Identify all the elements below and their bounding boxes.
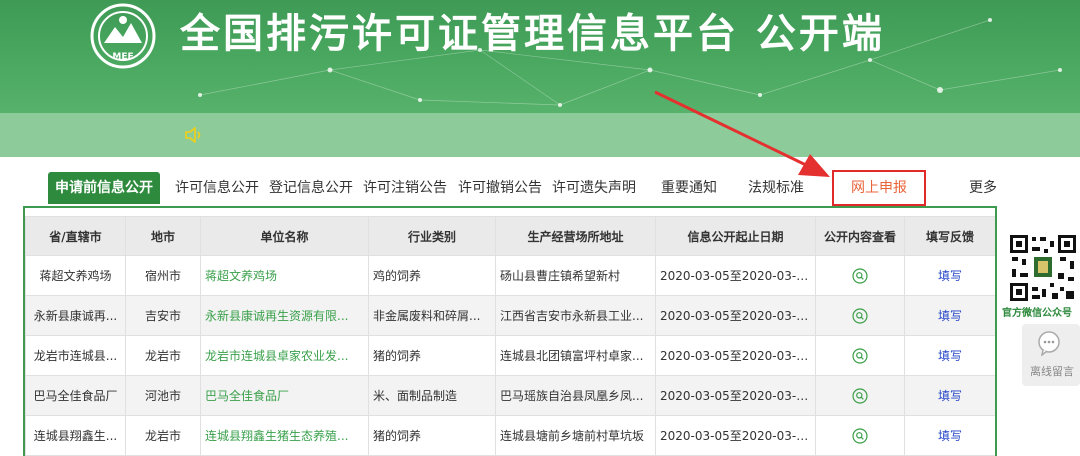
view-icon[interactable] — [852, 427, 868, 444]
table-row: 巴马全佳食品厂 河池市 巴马全佳食品厂 米、面制品制造 巴马瑶族自治县凤凰乡凤... 20… — [25, 375, 995, 416]
cell-unit-name[interactable]: 巴马全佳食品厂 — [200, 375, 369, 416]
cell-address: 巴马瑶族自治县凤凰乡凤... — [495, 375, 656, 416]
cell-city: 龙岩市 — [125, 335, 201, 376]
tab-permit-revocation-notice[interactable]: 许可撤销公告 — [454, 172, 546, 204]
view-icon[interactable] — [852, 387, 868, 404]
mee-logo: MEE — [90, 3, 156, 69]
cell-province: 巴马全佳食品厂 — [25, 375, 126, 416]
cell-feedback: 填写 — [904, 255, 995, 296]
qr-caption: 官方微信公众号 — [1002, 308, 1072, 319]
col-province: 省/直辖市 — [25, 216, 126, 256]
disclosure-table-container: 省/直辖市 地市 单位名称 行业类别 生产经营场所地址 信息公开起止日期 公开内… — [23, 206, 997, 456]
cell-province: 连城县翔鑫生... — [25, 415, 126, 456]
cell-address: 江西省吉安市永新县工业... — [495, 295, 656, 336]
view-icon[interactable] — [852, 267, 868, 284]
table-header-row: 省/直辖市 地市 单位名称 行业类别 生产经营场所地址 信息公开起止日期 公开内… — [25, 216, 995, 256]
cell-view-content[interactable] — [815, 255, 905, 296]
cell-industry: 米、面制品制造 — [368, 375, 496, 416]
cell-province: 永新县康诚再... — [25, 295, 126, 336]
table-row: 永新县康诚再... 吉安市 永新县康诚再生资源有限... 非金属废料和碎屑... 江西省… — [25, 295, 995, 336]
tab-registration-disclosure[interactable]: 登记信息公开 — [266, 172, 356, 204]
site-title: 全国排污许可证管理信息平台 公开端 — [180, 11, 885, 57]
cell-address: 连城县北团镇富坪村卓家... — [495, 335, 656, 376]
view-icon[interactable] — [852, 307, 868, 324]
speaker-icon[interactable] — [183, 124, 205, 146]
cell-unit-name[interactable]: 永新县康诚再生资源有限... — [200, 295, 369, 336]
cell-address: 砀山县曹庄镇希望新村 — [495, 255, 656, 296]
cell-unit-name[interactable]: 蒋超文养鸡场 — [200, 255, 369, 296]
table-row: 龙岩市连城县... 龙岩市 龙岩市连城县卓家农业发... 猪的饲养 连城县北团镇富坪村卓… — [25, 335, 995, 376]
tab-permit-disclosure[interactable]: 许可信息公开 — [172, 172, 262, 204]
tab-pre-application-disclosure[interactable]: 申请前信息公开 — [48, 172, 160, 204]
cell-city: 龙岩市 — [125, 415, 201, 456]
fill-feedback-link[interactable]: 填写 — [938, 429, 962, 443]
cell-view-content[interactable] — [815, 415, 905, 456]
cell-city: 吉安市 — [125, 295, 201, 336]
table-row: 连城县翔鑫生... 龙岩市 连城县翔鑫生猪生态养殖... 猪的饲养 连城县塘前乡塘前村草… — [25, 415, 995, 456]
fill-feedback-link[interactable]: 填写 — [938, 349, 962, 363]
cell-disclosure-period: 2020-03-05至2020-03-11 — [655, 415, 816, 456]
cell-industry: 猪的饲养 — [368, 335, 496, 376]
cell-city: 宿州市 — [125, 255, 201, 296]
col-disclosure-period: 信息公开起止日期 — [655, 216, 816, 256]
col-city: 地市 — [125, 216, 201, 256]
col-feedback: 填写反馈 — [904, 216, 995, 256]
cell-address: 连城县塘前乡塘前村草坑坂 — [495, 415, 656, 456]
col-industry: 行业类别 — [368, 216, 496, 256]
cell-feedback: 填写 — [904, 375, 995, 416]
cell-disclosure-period: 2020-03-05至2020-03-11 — [655, 335, 816, 376]
cell-view-content[interactable] — [815, 335, 905, 376]
col-unit-name: 单位名称 — [200, 216, 369, 256]
tab-permit-cancellation-notice[interactable]: 许可注销公告 — [360, 172, 450, 204]
tab-online-declaration[interactable]: 网上申报 — [832, 170, 926, 206]
cell-disclosure-period: 2020-03-05至2020-03-11 — [655, 255, 816, 296]
cell-industry: 猪的饲养 — [368, 415, 496, 456]
cell-feedback: 填写 — [904, 295, 995, 336]
cell-province: 龙岩市连城县... — [25, 335, 126, 376]
header-banner: MEE 全国排污许可证管理信息平台 公开端 — [0, 0, 1080, 113]
svg-text:MEE: MEE — [112, 52, 133, 62]
tab-bar: 申请前信息公开 许可信息公开 登记信息公开 许可注销公告 许可撤销公告 许可遗失… — [0, 168, 1080, 208]
disclosure-table: 省/直辖市 地市 单位名称 行业类别 生产经营场所地址 信息公开起止日期 公开内… — [25, 216, 995, 456]
cell-feedback: 填写 — [904, 415, 995, 456]
notice-bar — [0, 113, 1080, 157]
cell-disclosure-period: 2020-03-05至2020-03-11 — [655, 375, 816, 416]
cell-industry: 鸡的饲养 — [368, 255, 496, 296]
tab-more[interactable]: 更多 — [966, 172, 1000, 204]
fill-feedback-link[interactable]: 填写 — [938, 389, 962, 403]
table-row: 蒋超文养鸡场 宿州市 蒋超文养鸡场 鸡的饲养 砀山县曹庄镇希望新村 2020-03-05至… — [25, 255, 995, 296]
fill-feedback-link[interactable]: 填写 — [938, 269, 962, 283]
offline-message-label[interactable]: 离线留言 — [1030, 363, 1074, 379]
fill-feedback-link[interactable]: 填写 — [938, 309, 962, 323]
cell-unit-name[interactable]: 龙岩市连城县卓家农业发... — [200, 335, 369, 376]
cell-unit-name[interactable]: 连城县翔鑫生猪生态养殖... — [200, 415, 369, 456]
cell-disclosure-period: 2020-03-05至2020-03-11 — [655, 295, 816, 336]
cell-feedback: 填写 — [904, 335, 995, 376]
view-icon[interactable] — [852, 347, 868, 364]
col-address: 生产经营场所地址 — [495, 216, 656, 256]
cell-view-content[interactable] — [815, 295, 905, 336]
cell-view-content[interactable] — [815, 375, 905, 416]
annotation-arrow — [654, 90, 830, 177]
chat-bubble-icon[interactable] — [1036, 330, 1062, 356]
cell-city: 河池市 — [125, 375, 201, 416]
cell-industry: 非金属废料和碎屑... — [368, 295, 496, 336]
col-view-content: 公开内容查看 — [815, 216, 905, 256]
tab-permit-loss-statement[interactable]: 许可遗失声明 — [549, 172, 639, 204]
qr-code-icon — [1008, 233, 1078, 303]
cell-province: 蒋超文养鸡场 — [25, 255, 126, 296]
